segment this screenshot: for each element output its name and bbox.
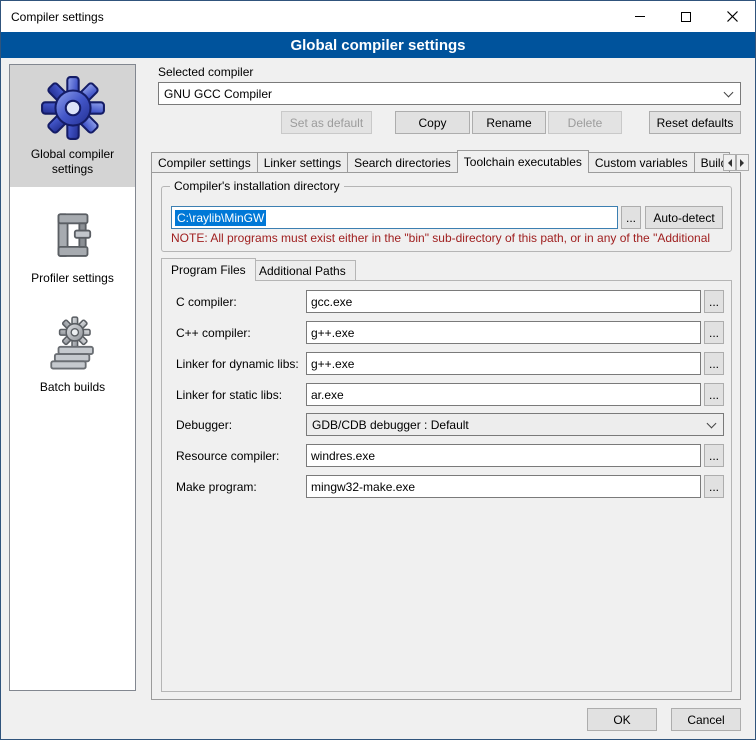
tab-toolchain-executables[interactable]: Toolchain executables bbox=[457, 150, 589, 173]
delete-button[interactable]: Delete bbox=[548, 111, 622, 134]
debugger-label: Debugger: bbox=[176, 418, 232, 432]
dynamic-linker-label: Linker for dynamic libs: bbox=[176, 357, 299, 371]
installation-directory-group-title: Compiler's installation directory bbox=[170, 179, 344, 193]
reset-defaults-button[interactable]: Reset defaults bbox=[649, 111, 741, 134]
cpp-compiler-label: C++ compiler: bbox=[176, 326, 251, 340]
tab-compiler-settings[interactable]: Compiler settings bbox=[151, 152, 258, 173]
sidebar-item-label: Global compiler settings bbox=[14, 147, 131, 177]
sidebar-item-profiler-settings[interactable]: Profiler settings bbox=[10, 197, 135, 296]
c-compiler-label: C compiler: bbox=[176, 295, 237, 309]
sidebar-item-global-compiler-settings[interactable]: Global compiler settings bbox=[10, 65, 135, 187]
resource-compiler-label: Resource compiler: bbox=[176, 449, 279, 463]
cpp-compiler-browse-button[interactable]: ... bbox=[704, 321, 724, 344]
selected-compiler-dropdown[interactable]: GNU GCC Compiler bbox=[158, 82, 741, 105]
debugger-value: GDB/CDB debugger : Default bbox=[312, 418, 469, 432]
close-button[interactable] bbox=[709, 1, 755, 32]
triangle-left-icon bbox=[724, 159, 732, 167]
chevron-down-icon bbox=[724, 87, 734, 97]
settings-tabs: Compiler settings Linker settings Search… bbox=[151, 150, 749, 173]
tab-custom-variables[interactable]: Custom variables bbox=[588, 152, 695, 173]
maximize-button[interactable] bbox=[663, 1, 709, 32]
tab-search-directories[interactable]: Search directories bbox=[347, 152, 458, 173]
compiler-settings-dialog: Compiler settings Global compiler settin… bbox=[0, 0, 756, 740]
clamp-tool-icon bbox=[44, 207, 102, 265]
copy-button[interactable]: Copy bbox=[395, 111, 470, 134]
selected-compiler-label: Selected compiler bbox=[158, 65, 253, 79]
window-title: Compiler settings bbox=[1, 10, 104, 24]
sidebar-item-batch-builds[interactable]: Batch builds bbox=[10, 306, 135, 405]
resource-compiler-browse-button[interactable]: ... bbox=[704, 444, 724, 467]
browse-directory-button[interactable]: ... bbox=[621, 206, 641, 229]
auto-detect-button[interactable]: Auto-detect bbox=[645, 206, 723, 229]
sidebar-item-label: Profiler settings bbox=[31, 271, 114, 286]
chevron-down-icon bbox=[707, 418, 717, 428]
gear-stack-icon bbox=[44, 316, 102, 374]
dynamic-linker-input[interactable] bbox=[306, 352, 701, 375]
selected-compiler-value: GNU GCC Compiler bbox=[164, 87, 272, 101]
static-linker-browse-button[interactable]: ... bbox=[704, 383, 724, 406]
c-compiler-input[interactable] bbox=[306, 290, 701, 313]
c-compiler-browse-button[interactable]: ... bbox=[704, 290, 724, 313]
static-linker-input[interactable] bbox=[306, 383, 701, 406]
ok-button[interactable]: OK bbox=[587, 708, 657, 731]
settings-category-list: Global compiler settings Profiler settin… bbox=[9, 64, 136, 691]
blue-gear-icon bbox=[40, 75, 106, 141]
resource-compiler-input[interactable] bbox=[306, 444, 701, 467]
make-program-input[interactable] bbox=[306, 475, 701, 498]
set-as-default-button[interactable]: Set as default bbox=[281, 111, 372, 134]
make-program-browse-button[interactable]: ... bbox=[704, 475, 724, 498]
titlebar[interactable]: Compiler settings bbox=[1, 1, 755, 32]
triangle-right-icon bbox=[740, 159, 748, 167]
sidebar-item-label: Batch builds bbox=[40, 380, 105, 395]
minimize-icon bbox=[635, 16, 645, 17]
rename-button[interactable]: Rename bbox=[472, 111, 546, 134]
maximize-icon bbox=[681, 12, 691, 22]
dynamic-linker-browse-button[interactable]: ... bbox=[704, 352, 724, 375]
static-linker-label: Linker for static libs: bbox=[176, 388, 282, 402]
tab-program-files[interactable]: Program Files bbox=[161, 258, 256, 281]
close-icon bbox=[727, 11, 738, 22]
note-text: NOTE: All programs must exist either in … bbox=[171, 231, 749, 245]
tab-linker-settings[interactable]: Linker settings bbox=[257, 152, 348, 173]
tab-additional-paths[interactable]: Additional Paths bbox=[249, 260, 356, 281]
make-program-label: Make program: bbox=[176, 480, 257, 494]
debugger-dropdown[interactable]: GDB/CDB debugger : Default bbox=[306, 413, 724, 436]
tab-scroll-left-button[interactable] bbox=[723, 154, 736, 171]
cpp-compiler-input[interactable] bbox=[306, 321, 701, 344]
cancel-button[interactable]: Cancel bbox=[671, 708, 741, 731]
minimize-button[interactable] bbox=[617, 1, 663, 32]
caption-buttons bbox=[617, 1, 755, 32]
installation-directory-value: C:\raylib\MinGW bbox=[175, 210, 266, 226]
tab-scroll-right-button[interactable] bbox=[736, 154, 749, 171]
page-title: Global compiler settings bbox=[1, 32, 755, 58]
installation-directory-input[interactable]: C:\raylib\MinGW bbox=[171, 206, 618, 229]
